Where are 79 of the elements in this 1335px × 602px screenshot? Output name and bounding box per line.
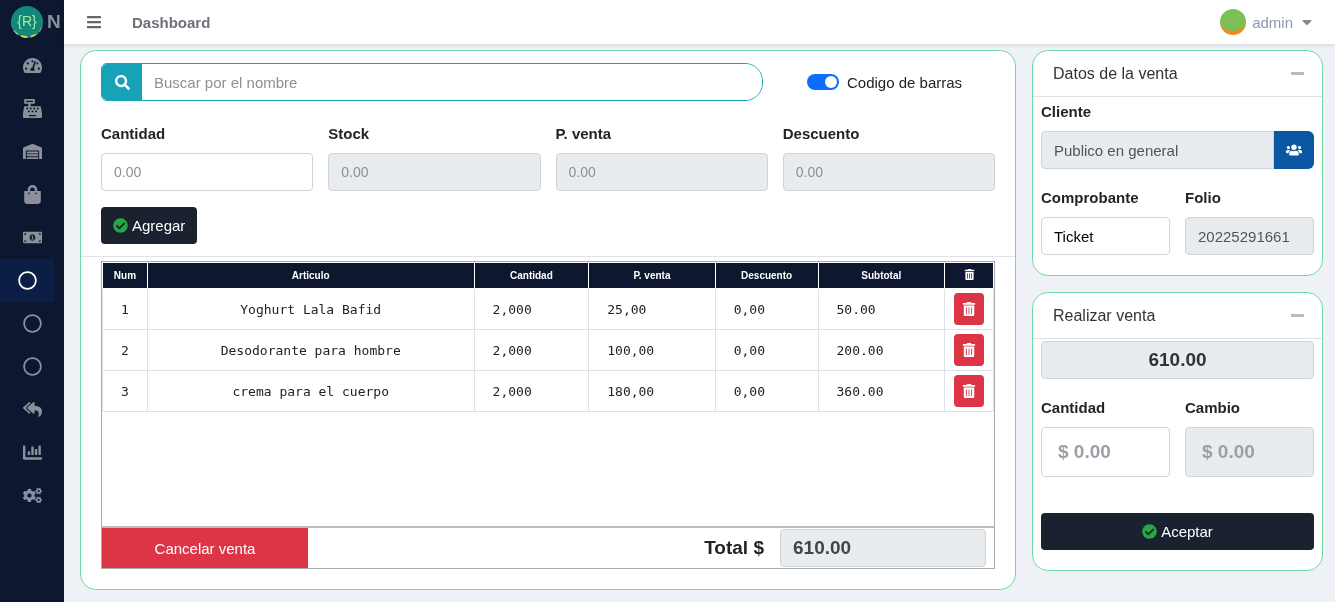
search-field[interactable]: Buscar por el nombre [101, 63, 763, 101]
column-header: Descuento [715, 262, 819, 289]
delete-button[interactable] [954, 334, 984, 366]
column-header: Num [102, 262, 148, 289]
input-field: 0.00 [782, 153, 995, 191]
table-cell: 3 [102, 370, 148, 412]
input-field[interactable]: Ticket [1041, 217, 1170, 255]
total-value: 610.00 [1041, 341, 1314, 379]
trash-icon [962, 302, 976, 316]
table-cell: 50.00 [818, 288, 945, 330]
input-field: 0.00 [328, 153, 541, 191]
warehouse-icon [22, 142, 42, 161]
field-label: Cambio [1185, 399, 1241, 416]
reply-all-icon [22, 400, 42, 419]
table-cell: 0,00 [715, 288, 819, 330]
trash-icon [963, 269, 975, 280]
total-label: Total $ [704, 537, 764, 559]
delete-button[interactable] [954, 375, 984, 407]
toggle-switch[interactable] [807, 74, 839, 90]
input-field[interactable]: 0.00 [101, 153, 314, 191]
input-field[interactable]: $ 0.00 [1041, 427, 1170, 477]
table-cell: 360.00 [818, 370, 945, 412]
field-label: Cliente [1041, 103, 1092, 120]
delete-button[interactable] [954, 293, 984, 325]
card-title: Datos de la venta [1053, 64, 1178, 83]
table-cell: crema para el cuerpo [147, 370, 475, 412]
cash-register-icon [22, 99, 42, 118]
bar-chart-icon [22, 443, 42, 462]
trash-icon [962, 384, 976, 398]
check-icon [1142, 524, 1158, 539]
users-icon [1285, 142, 1302, 158]
total-value: 610.00 [780, 529, 986, 567]
trash-icon [962, 343, 976, 357]
input-field: 20225291661 [1185, 217, 1314, 255]
field-label: Stock [328, 125, 371, 142]
table-cell: 0,00 [715, 329, 819, 371]
gauge-icon [22, 56, 42, 75]
table-cell: 0,00 [715, 370, 819, 412]
table-cell: 2 [102, 329, 148, 371]
bag-icon [22, 185, 42, 204]
table-cell: 1 [102, 288, 148, 330]
column-header: P. venta [588, 262, 716, 289]
sidebar-item[interactable] [0, 259, 54, 302]
page-title: Dashboard [132, 13, 212, 31]
add-button[interactable]: Agregar [101, 207, 198, 244]
table-cell: 25,00 [588, 288, 716, 330]
field-label: Comprobante [1041, 189, 1140, 206]
table-cell: 180,00 [588, 370, 716, 412]
column-header: Subtotal [818, 262, 945, 289]
input-field: 0.00 [555, 153, 768, 191]
input-field: $ 0.00 [1185, 427, 1314, 477]
column-header: Cantidad [474, 262, 589, 289]
table-cell: 2,000 [474, 370, 589, 412]
table-cell: Yoghurt Lala Bafid [147, 288, 475, 330]
check-icon [113, 218, 128, 233]
column-header: Articulo [147, 262, 475, 289]
gears-icon [22, 486, 42, 505]
field-label: Descuento [782, 125, 861, 142]
field-label: Folio [1185, 189, 1222, 206]
brand-name: N [47, 11, 61, 33]
table-cell: 100,00 [588, 329, 716, 371]
field-label: P. venta [555, 125, 613, 142]
table-cell: 200.00 [818, 329, 945, 371]
field-label: Cantidad [1041, 399, 1107, 416]
clients-button[interactable] [1273, 131, 1314, 169]
field-label: Cantidad [101, 125, 167, 142]
logo: {R} [11, 6, 43, 38]
table-cell: 2,000 [474, 329, 589, 371]
avatar [1220, 9, 1247, 35]
input-field: Publico en general [1041, 131, 1274, 169]
menu-icon[interactable] [86, 14, 102, 30]
accept-button[interactable]: Aceptar [1041, 513, 1314, 550]
search-icon [114, 74, 130, 90]
table-cell: Desodorante para hombre [147, 329, 475, 371]
table-cell: 2,000 [474, 288, 589, 330]
toggle-label: Codigo de barras [847, 73, 963, 91]
search-button[interactable] [102, 64, 142, 100]
card-title: Realizar venta [1053, 306, 1156, 325]
cancel-button[interactable]: Cancelar venta [102, 528, 308, 568]
